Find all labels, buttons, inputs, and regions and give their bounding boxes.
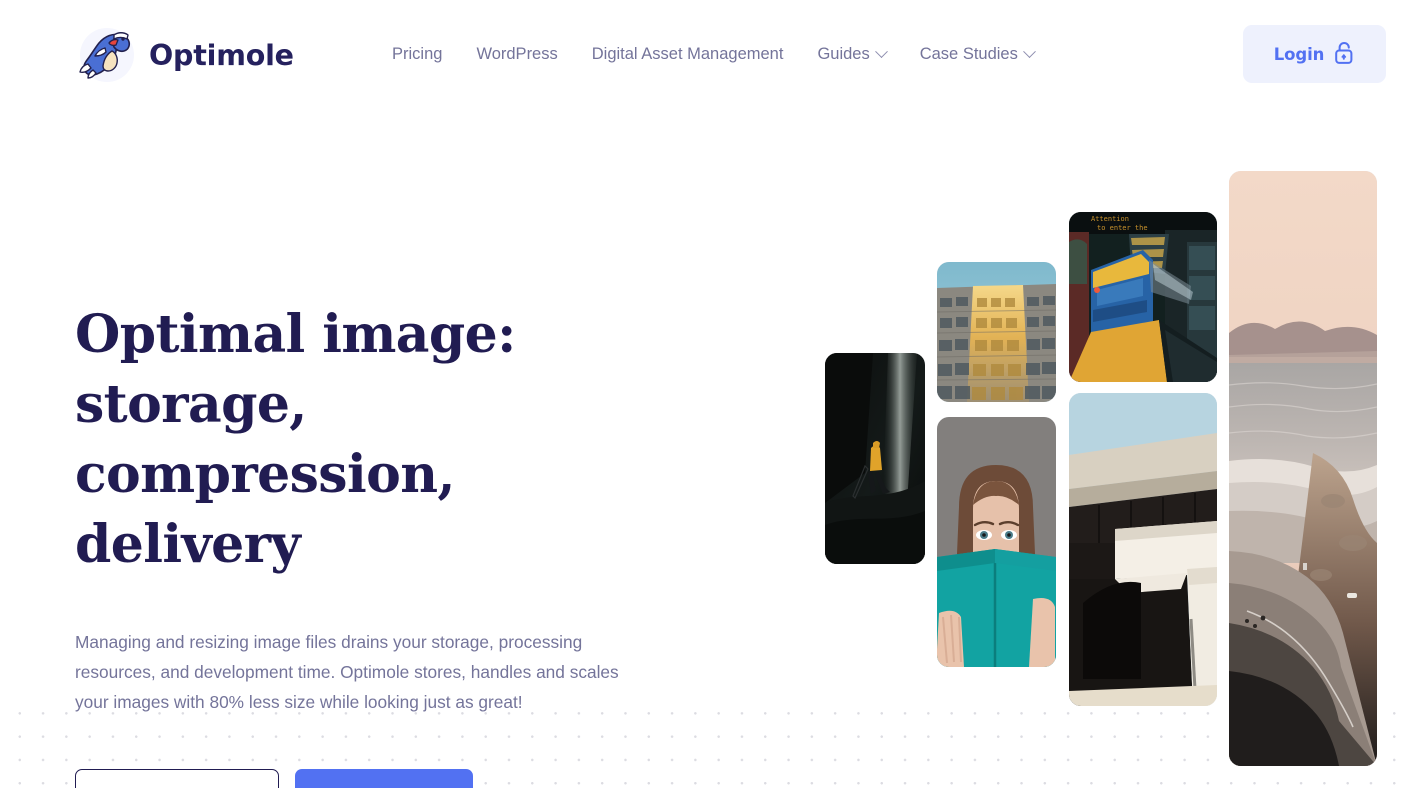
landing-page: Optimole Pricing WordPress Digital Asset…	[0, 0, 1413, 788]
page-title-line-2: compression, delivery	[75, 444, 456, 575]
login-button[interactable]: Login	[1243, 25, 1386, 83]
brand-name: Optimole	[149, 38, 294, 72]
chevron-down-icon	[1022, 45, 1036, 59]
nav-item-digital-asset-management[interactable]: Digital Asset Management	[592, 42, 784, 67]
page-title-line-1: Optimal image: storage,	[75, 304, 516, 435]
nav-label: Digital Asset Management	[591, 45, 784, 63]
collage-image-woman-with-book[interactable]	[937, 417, 1056, 667]
nav-label: Pricing	[392, 45, 443, 63]
hero-section: Optimal image: storage, compression, del…	[75, 300, 695, 788]
collage-image-cave[interactable]	[825, 353, 925, 564]
nav-label: WordPress	[476, 45, 558, 63]
chevron-down-icon	[874, 45, 888, 59]
collage-image-train-station[interactable]: Attention to enter the	[1069, 212, 1217, 382]
open-padlock-icon	[1333, 40, 1355, 69]
brand-logo-link[interactable]: Optimole	[76, 26, 294, 84]
nav-label: Case Studies	[919, 45, 1018, 63]
test-my-site-button[interactable]: Test my site	[295, 769, 473, 788]
nav-item-pricing[interactable]: Pricing	[392, 42, 442, 67]
nav-item-wordpress[interactable]: WordPress	[476, 42, 557, 67]
hero-paragraph: Managing and resizing image files drains…	[75, 632, 619, 712]
hero-cta-group: Sign up for free Test my site	[75, 769, 695, 788]
sign-up-for-free-button[interactable]: Sign up for free	[75, 769, 279, 788]
optimole-mole-mascot-icon	[76, 26, 138, 84]
primary-navigation: Pricing WordPress Digital Asset Manageme…	[392, 42, 1036, 67]
collage-image-building[interactable]	[937, 262, 1056, 402]
site-header: Optimole Pricing WordPress Digital Asset…	[0, 0, 1413, 108]
page-title: Optimal image: storage, compression, del…	[75, 300, 695, 580]
collage-image-coastline[interactable]	[1229, 171, 1377, 766]
svg-text:to enter the: to enter the	[1097, 224, 1148, 232]
nav-label: Guides	[817, 45, 870, 63]
collage-image-architecture[interactable]	[1069, 393, 1217, 706]
login-button-label: Login	[1273, 44, 1325, 64]
nav-item-guides[interactable]: Guides	[817, 42, 888, 67]
nav-item-case-studies[interactable]: Case Studies	[919, 42, 1036, 67]
svg-text:Attention: Attention	[1091, 215, 1129, 223]
